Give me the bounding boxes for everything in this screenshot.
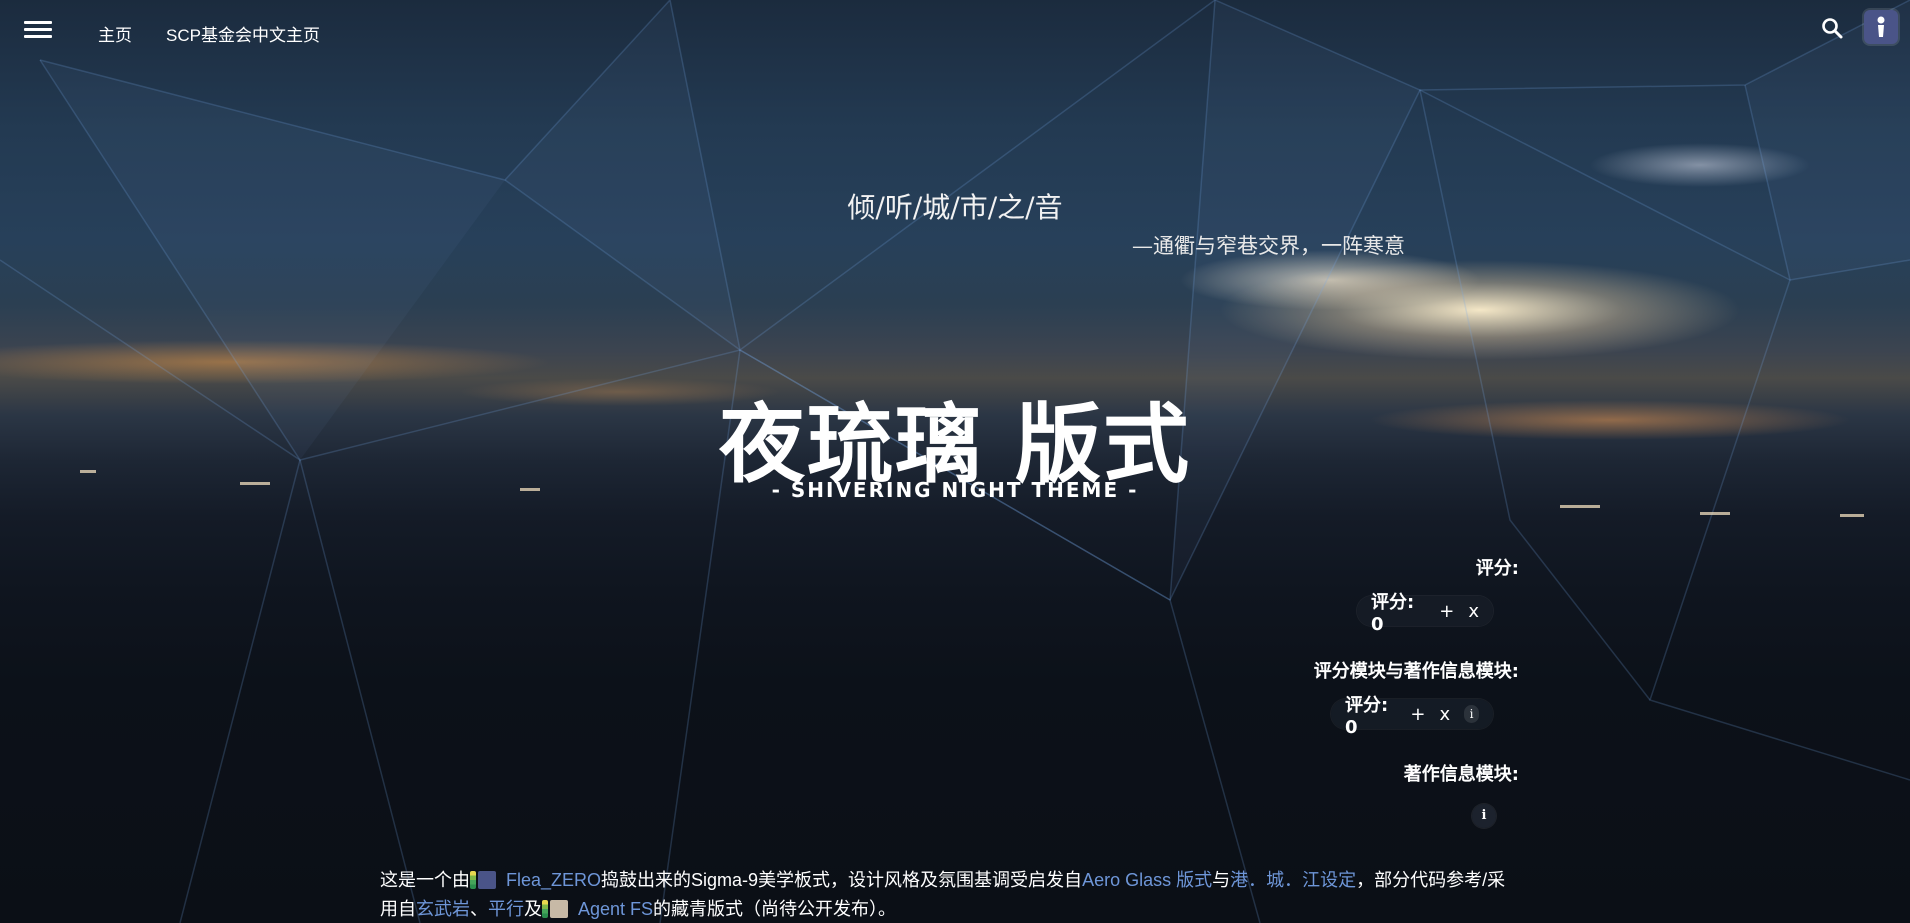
user-avatar-icon[interactable] (1864, 10, 1898, 44)
search-icon[interactable] (1820, 16, 1844, 40)
rating-credit-module-label: 评分模块与著作信息模块: (1313, 661, 1519, 682)
rating-value: 评分: 0 (1345, 694, 1389, 738)
rating-value: 评分: 0 (1371, 591, 1415, 635)
upvote-button[interactable]: + (1439, 601, 1454, 622)
link-aero-glass-theme[interactable]: Aero Glass 版式 (1082, 870, 1212, 890)
text-segment: 、 (470, 899, 488, 919)
credit-module-label: 著作信息模块: (1403, 764, 1519, 785)
text-segment: 的藏青版式（尚待公开发布）。 (653, 899, 897, 919)
nav-link-home[interactable]: 主页 (98, 21, 132, 46)
upvote-button[interactable]: + (1410, 704, 1425, 725)
page: 主页 SCP基金会中文主页 倾/听/城/市/之/音 —通衢与窄巷交界，一阵寒意 … (0, 0, 1910, 923)
rating-module-label: 评分: (1475, 558, 1519, 579)
user-link-flea-zero[interactable]: Flea_ZERO (506, 870, 601, 890)
text-segment: 捣鼓出来的Sigma-9美学板式，设计风格及氛围基调受启发自 (601, 870, 1083, 890)
karma-icon (470, 871, 476, 889)
page-subtitle: - SHIVERING NIGHT THEME - (771, 478, 1139, 502)
karma-icon (542, 900, 548, 918)
user-link-agent-fs[interactable]: Agent FS (578, 899, 653, 919)
link-port-city-river-setting[interactable]: 港．城．江设定 (1230, 870, 1356, 890)
rating-widget: 评分: 0 + x (1357, 592, 1493, 635)
hero-motto: 倾/听/城/市/之/音 (847, 191, 1063, 224)
text-segment: 与 (1212, 870, 1231, 890)
text-segment: 及 (524, 899, 542, 919)
hamburger-menu-icon[interactable] (24, 21, 52, 43)
user-avatar-icon[interactable] (478, 871, 496, 889)
rating-credit-widget: 评分: 0 + x i (1331, 695, 1493, 738)
hero-motto-subline: —通衢与窄巷交界，一阵寒意 (1132, 234, 1405, 258)
description-paragraph: 这是一个由 Flea_ZERO捣鼓出来的Sigma-9美学板式，设计风格及氛围基调… (380, 866, 1520, 923)
user-avatar-icon[interactable] (550, 900, 568, 918)
link-basalt-theme[interactable]: 玄武岩 (416, 899, 470, 919)
info-icon[interactable]: i (1464, 705, 1479, 723)
cancel-vote-button[interactable]: x (1468, 601, 1479, 622)
nav-link-scp-cn-home[interactable]: SCP基金会中文主页 (166, 21, 320, 46)
cancel-vote-button[interactable]: x (1439, 704, 1450, 725)
info-icon[interactable]: i (1472, 804, 1496, 828)
top-bar: 主页 SCP基金会中文主页 (0, 0, 1910, 62)
text-segment: 这是一个由 (380, 870, 470, 890)
link-parallel-theme[interactable]: 平行 (488, 899, 524, 919)
